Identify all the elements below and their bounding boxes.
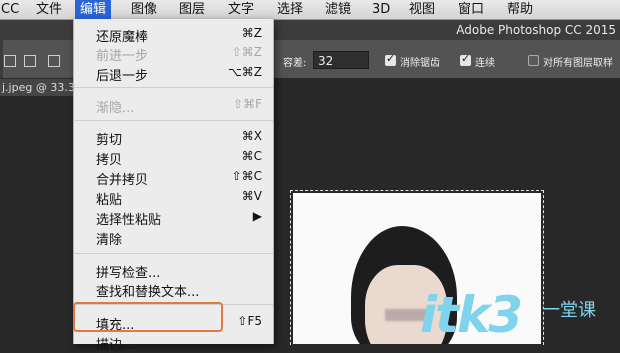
subtract-selection-icon[interactable] [48, 55, 60, 67]
sample-all-layers-label: 对所有图层取样 [543, 58, 613, 69]
menu-item-copy-merged[interactable]: 合并拷贝 ⇧⌘C [74, 167, 273, 188]
menu-item-label: 后退一步 [96, 69, 149, 84]
menu-filter[interactable]: 滤镜 [320, 0, 356, 19]
edit-menu: 还原魔棒 ⌘Z 前进一步 ⇧⌘Z 后退一步 ⌥⌘Z 渐隐... ⇧⌘F 剪切 ⌘… [73, 19, 274, 353]
menu-item-label: 合并拷贝 [96, 173, 149, 188]
app-title: Adobe Photoshop CC 2015 [456, 23, 616, 37]
menu-item-step-forward[interactable]: 前进一步 ⇧⌘Z [74, 43, 273, 64]
new-selection-icon[interactable] [4, 55, 16, 67]
menu-separator [74, 87, 273, 88]
menu-item-label: 拷贝 [96, 153, 123, 168]
menu-window[interactable]: 窗口 [453, 0, 489, 19]
menu-item-find-replace[interactable]: 查找和替换文本... [74, 279, 273, 300]
window-edge [0, 20, 3, 78]
submenu-arrow-icon: ▶ [252, 209, 262, 223]
document-tab[interactable]: j.jpeg @ 33.3 [0, 79, 80, 96]
menu-item-label: 粘贴 [96, 193, 123, 208]
menu-type[interactable]: 文字 [223, 0, 259, 19]
menu-item-shortcut: ⌘V [241, 189, 262, 203]
menu-select[interactable]: 选择 [272, 0, 308, 19]
menu-image[interactable]: 图像 [126, 0, 162, 19]
add-selection-icon[interactable] [24, 55, 36, 67]
menu-separator [74, 253, 273, 254]
menu-layer[interactable]: 图层 [174, 0, 210, 19]
menu-3d[interactable]: 3D [367, 0, 395, 19]
menu-item-shortcut: ⇧⌘C [231, 169, 262, 183]
contiguous-checkbox[interactable] [460, 52, 471, 66]
menu-app[interactable]: CC [0, 0, 24, 19]
watermark-subtext: 一堂课 [542, 300, 596, 321]
menu-edit[interactable]: 编辑 [75, 0, 112, 19]
sample-all-layers-checkbox[interactable] [528, 55, 539, 66]
antialias-label: 消除锯齿 [400, 58, 440, 69]
menu-view[interactable]: 视图 [404, 0, 440, 19]
menu-item-shortcut: ⌘C [241, 149, 262, 163]
menu-item-fade[interactable]: 渐隐... ⇧⌘F [74, 95, 273, 116]
menu-file[interactable]: 文件 [31, 0, 67, 19]
tolerance-input[interactable]: 32 [313, 51, 369, 69]
menu-item-stroke[interactable]: 描边... [74, 332, 273, 353]
menu-item-paste[interactable]: 粘贴 ⌘V [74, 187, 273, 208]
tolerance-label: 容差: [283, 58, 307, 69]
menu-item-paste-special[interactable]: 选择性粘贴 ▶ [74, 207, 273, 228]
menu-item-label: 查找和替换文本... [96, 285, 200, 300]
fill-highlight-annotation [73, 302, 223, 332]
menu-item-shortcut: ⌥⌘Z [227, 65, 262, 79]
menu-item-shortcut: ⌘X [241, 129, 262, 143]
menu-item-label: 渐隐... [96, 101, 135, 116]
menu-item-cut[interactable]: 剪切 ⌘X [74, 127, 273, 148]
menu-item-label: 清除 [96, 233, 123, 248]
menu-item-spell-check[interactable]: 拼写检查... [74, 260, 273, 281]
menu-item-copy[interactable]: 拷贝 ⌘C [74, 147, 273, 168]
menu-item-undo[interactable]: 还原魔棒 ⌘Z [74, 24, 273, 45]
menu-item-label: 选择性粘贴 [96, 213, 162, 228]
menu-help[interactable]: 帮助 [502, 0, 538, 19]
menubar: CC 文件 编辑 图像 图层 文字 选择 滤镜 3D 视图 窗口 帮助 [0, 0, 620, 20]
menu-item-step-backward[interactable]: 后退一步 ⌥⌘Z [74, 63, 273, 84]
contiguous-label: 连续 [475, 58, 495, 69]
menu-item-clear[interactable]: 清除 [74, 227, 273, 248]
menu-item-shortcut: ⇧⌘Z [231, 45, 262, 59]
menu-item-shortcut: ⌘Z [241, 26, 262, 40]
menu-item-label: 剪切 [96, 133, 123, 148]
menu-item-label: 前进一步 [96, 49, 149, 64]
watermark-logo: itk3 [420, 286, 523, 344]
antialias-checkbox[interactable] [385, 52, 396, 66]
menu-item-shortcut: ⇧⌘F [233, 97, 262, 111]
menu-item-shortcut: ⇧F5 [237, 314, 262, 328]
menu-separator [74, 120, 273, 121]
